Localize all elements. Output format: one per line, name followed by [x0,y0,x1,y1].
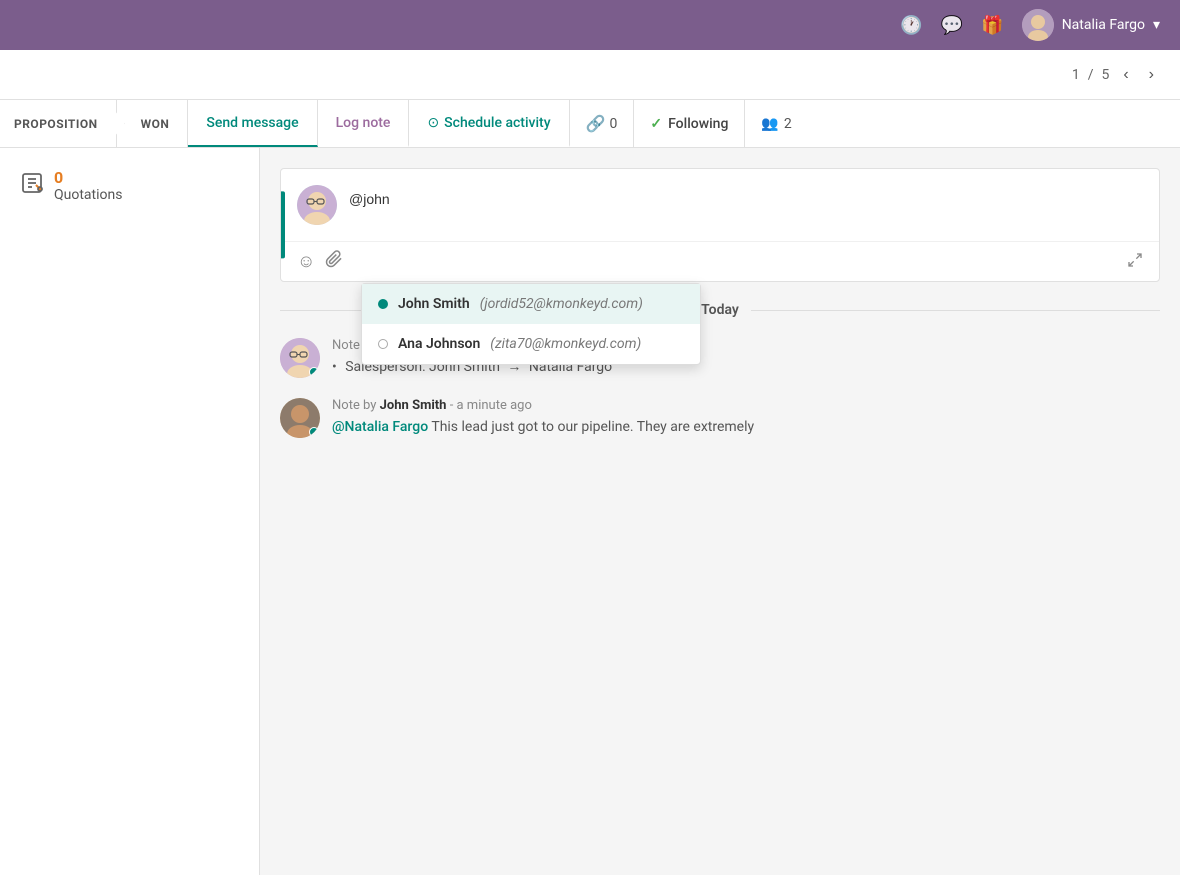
prev-page-button[interactable]: ‹ [1117,65,1134,85]
mention-name: John Smith [398,296,470,312]
followers-count: 2 [784,116,792,132]
paperclip-icon: 🔗 [586,114,606,133]
mention-email: (zita70@kmonkeyd.com) [490,336,641,352]
composer-inner [281,169,1159,241]
main-layout: 0 Quotations [0,148,1180,875]
composer-accent-bar [281,191,285,258]
left-sidebar: 0 Quotations [0,148,260,875]
stage-proposition[interactable]: PROPOSITION [0,100,117,147]
quotations-box[interactable]: 0 Quotations [20,168,239,203]
attach-button[interactable] [325,250,343,273]
activities-count-tab[interactable]: 🔗 0 [570,100,635,147]
followers-icon: 👥 [761,116,778,132]
stage-won[interactable]: WON [117,100,189,147]
following-check: ✓ [650,116,662,132]
dropdown-icon: ▾ [1153,17,1160,33]
message-input[interactable] [349,185,1143,213]
page-total: 5 [1101,67,1109,83]
emoji-button[interactable]: ☺ [297,251,315,272]
mention-status-dot [378,339,388,349]
today-label: Today [701,302,739,318]
avatar [1022,9,1054,41]
mention-item[interactable]: John Smith (jordid52@kmonkeyd.com) [362,284,700,324]
following-label: Following [668,116,728,132]
message-author: John Smith [380,398,447,413]
mention-dropdown: John Smith (jordid52@kmonkeyd.com) Ana J… [361,283,701,365]
topbar: 🕐 💬 🎁 Natalia Fargo ▾ [0,0,1180,50]
user-name: Natalia Fargo [1062,17,1145,33]
message-item: Note by John Smith - a minute ago @Natal… [280,398,1160,438]
following-tab[interactable]: ✓ Following [634,100,745,147]
right-content: ☺ J [260,148,1180,875]
next-page-button[interactable]: › [1143,65,1160,85]
clock-icon[interactable]: 🕐 [900,15,922,36]
quotations-icon [20,171,44,200]
pagination: 1 / 5 ‹ › [1072,65,1160,85]
followers-tab[interactable]: 👥 2 [745,100,807,147]
separator-line-right [751,310,1160,311]
user-menu[interactable]: Natalia Fargo ▾ [1022,9,1160,41]
message-content: @Natalia Fargo This lead just got to our… [332,417,1160,438]
message-time: a minute ago [457,398,532,413]
message-header: Note by John Smith - a minute ago [332,398,1160,413]
quotations-count: 0 [54,168,122,187]
tab-send-message[interactable]: Send message [188,100,317,147]
mention-item[interactable]: Ana Johnson (zita70@kmonkeyd.com) [362,324,700,364]
composer-body [349,185,1143,225]
expand-button[interactable] [1127,252,1143,272]
tab-log-note[interactable]: Log note [318,100,410,147]
message-composer: ☺ J [280,168,1160,282]
gift-icon[interactable]: 🎁 [981,15,1003,36]
mention-name: Ana Johnson [398,336,480,352]
action-tabs: Send message Log note ⊙ Schedule activit… [188,100,1180,147]
mention-status-dot [378,299,388,309]
page-current: 1 [1072,67,1080,83]
message-avatar [280,398,320,438]
stage-bar: PROPOSITION WON Send message Log note ⊙ … [0,100,1180,148]
quotations-label: Quotations [54,187,122,203]
composer-avatar [297,185,337,225]
message-avatar [280,338,320,378]
secondary-bar: 1 / 5 ‹ › [0,50,1180,100]
schedule-icon: ⊙ [427,115,439,131]
page-separator: / [1088,67,1094,83]
message-body: Note by John Smith - a minute ago @Natal… [332,398,1160,438]
mention-link: @Natalia Fargo [332,419,428,435]
online-indicator [309,367,319,377]
tab-schedule-activity[interactable]: ⊙ Schedule activity [409,100,569,147]
mention-email: (jordid52@kmonkeyd.com) [480,296,643,312]
bullet-icon: • [332,359,337,375]
online-indicator [309,427,319,437]
composer-toolbar: ☺ [281,241,1159,281]
chat-icon[interactable]: 💬 [941,15,963,36]
